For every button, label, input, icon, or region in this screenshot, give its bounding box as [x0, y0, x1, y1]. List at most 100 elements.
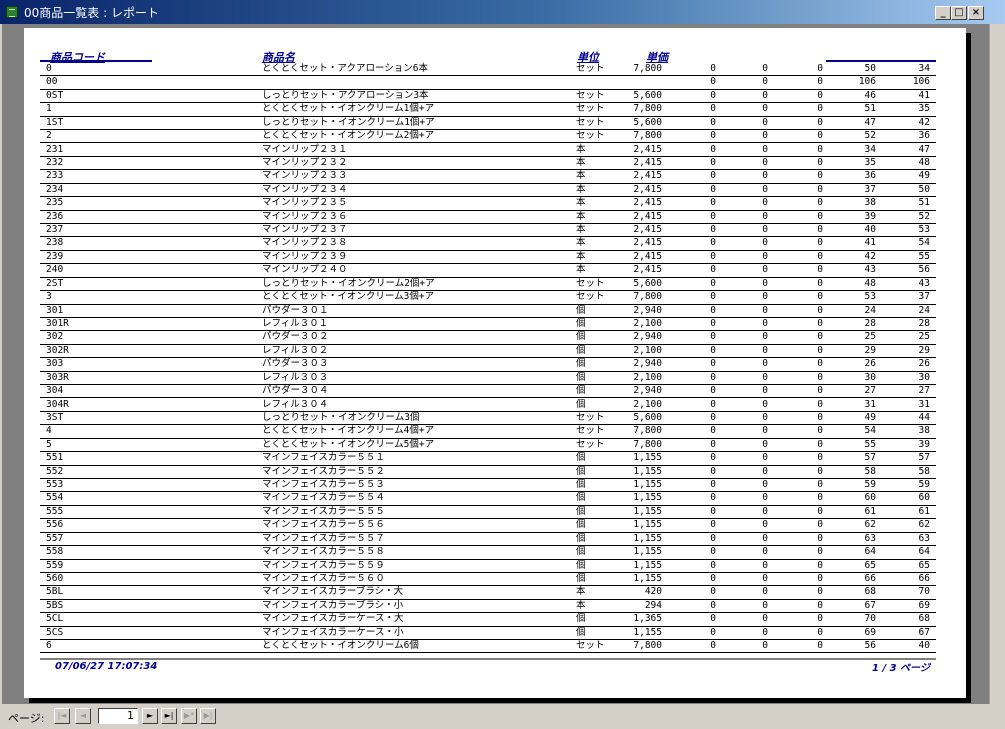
cell-qty-3: 0 [817, 586, 823, 598]
cell-qty-2: 0 [762, 452, 768, 464]
cell-product-name: マインフェイスカラーブラシ・大 [262, 586, 404, 598]
cell-unit-price: 2,100 [633, 344, 662, 356]
table-row: 2 とくとくセット・イオンクリーム2個+ア セット 7,800 0 0 0 52 36 [40, 130, 936, 144]
cell-qty-3: 0 [817, 250, 823, 262]
cell-qty-2: 0 [762, 559, 768, 571]
cell-unit: 本 [576, 156, 586, 168]
close-button[interactable]: × [968, 6, 984, 20]
cell-qty-1: 0 [710, 425, 716, 437]
previous-page-button[interactable]: ◄ [75, 708, 91, 724]
end-button[interactable]: ▶| [200, 708, 216, 724]
cell-unit: 本 [576, 197, 586, 209]
cell-qty-1: 0 [710, 344, 716, 356]
cell-qty-2: 0 [762, 331, 768, 343]
cell-qty-5: 52 [918, 210, 930, 222]
cell-qty-1: 0 [710, 452, 716, 464]
cell-unit-price: 1,155 [633, 626, 662, 638]
cell-qty-1: 0 [710, 479, 716, 491]
cell-qty-4: 59 [864, 479, 876, 491]
cell-qty-4: 49 [864, 411, 876, 423]
cell-unit: 個 [576, 519, 586, 531]
last-page-button[interactable]: ►| [161, 708, 177, 724]
cell-qty-2: 0 [762, 264, 768, 276]
cell-unit: 本 [576, 586, 586, 598]
cell-product-code: 0ST [46, 89, 64, 101]
table-row: 5BL マインフェイスカラーブラシ・大 本 420 0 0 0 68 70 [40, 586, 936, 600]
cell-qty-3: 0 [817, 599, 823, 611]
table-row: 236 マインリップ２３６ 本 2,415 0 0 0 39 52 [40, 211, 936, 224]
cell-qty-1: 0 [710, 250, 716, 262]
cell-qty-1: 0 [710, 156, 716, 168]
cell-product-code: 240 [46, 264, 64, 276]
cell-qty-5: 60 [918, 492, 930, 504]
cell-product-code: 301 [46, 304, 64, 316]
first-page-button[interactable]: |◄ [54, 708, 70, 724]
cell-qty-4: 62 [864, 519, 876, 531]
vertical-scrollbar[interactable] [989, 24, 1005, 704]
cell-product-code: 554 [46, 492, 64, 504]
cell-unit-price: 2,100 [633, 398, 662, 410]
cell-qty-3: 0 [817, 277, 823, 289]
cell-unit: 個 [576, 559, 586, 571]
cell-qty-3: 0 [817, 559, 823, 571]
cell-product-name: マインフェイスカラー５５９ [262, 559, 385, 571]
cell-product-code: 5CS [46, 626, 64, 638]
cell-qty-2: 0 [762, 479, 768, 491]
cell-qty-5: 48 [918, 156, 930, 168]
cell-product-code: 3ST [46, 411, 64, 423]
cell-qty-3: 0 [817, 358, 823, 370]
cell-qty-1: 0 [710, 224, 716, 236]
cell-product-name: マインリップ２３１ [262, 143, 348, 155]
cell-unit: セット [576, 116, 605, 128]
cell-product-name: とくとくセット・イオンクリーム6個 [262, 640, 419, 652]
table-row: 1ST しっとりセット・イオンクリーム1個+ア セット 5,600 0 0 0 47 42 [40, 116, 936, 131]
cell-unit: 個 [576, 317, 586, 329]
cell-unit: 本 [576, 264, 586, 276]
cell-qty-4: 48 [864, 277, 876, 289]
cell-qty-5: 62 [918, 519, 930, 531]
cell-qty-3: 0 [817, 331, 823, 343]
cell-qty-4: 39 [864, 210, 876, 222]
cell-qty-5: 57 [918, 452, 930, 464]
table-row: 304R レフィル３０４ 個 2,100 0 0 0 31 31 [40, 399, 936, 412]
cell-qty-5: 37 [918, 291, 930, 303]
cell-unit-price: 2,940 [633, 358, 662, 370]
cell-qty-4: 69 [864, 626, 876, 638]
table-row: 234 マインリップ２３４ 本 2,415 0 0 0 37 50 [40, 184, 936, 198]
table-row: 557 マインフェイスカラー５５７ 個 1,155 0 0 0 63 63 [40, 533, 936, 547]
cell-unit-price: 1,155 [633, 465, 662, 477]
next-page-button[interactable]: ► [142, 708, 158, 724]
table-row: 553 マインフェイスカラー５５３ 個 1,155 0 0 0 59 59 [40, 479, 936, 493]
cell-unit: セット [576, 130, 605, 142]
table-row: 301R レフィル３０１ 個 2,100 0 0 0 28 28 [40, 317, 936, 332]
cell-qty-3: 0 [817, 626, 823, 638]
cell-qty-3: 0 [817, 103, 823, 115]
cell-qty-4: 31 [864, 398, 876, 410]
cell-qty-3: 0 [817, 479, 823, 491]
cell-unit-price: 7,800 [633, 63, 662, 74]
minimize-button[interactable]: _ [935, 6, 951, 20]
cell-product-name: レフィル３０３ [262, 371, 329, 383]
table-row: 5CS マインフェイスカラーケース・小 個 1,155 0 0 0 69 67 [40, 626, 936, 641]
cell-product-code: 559 [46, 559, 64, 571]
cell-unit-price: 5,600 [633, 411, 662, 423]
cell-qty-3: 0 [817, 425, 823, 437]
cell-qty-2: 0 [762, 116, 768, 128]
maximize-button[interactable]: □ [951, 6, 967, 20]
cell-unit-price: 1,155 [633, 452, 662, 464]
window-title: 00商品一覧表 : レポート [24, 6, 159, 20]
cell-qty-1: 0 [710, 277, 716, 289]
cell-product-code: 303R [46, 371, 69, 383]
cell-qty-5: 61 [918, 505, 930, 517]
title-bar[interactable]: 00商品一覧表 : レポート _ □ × [0, 0, 1005, 24]
cell-unit: セット [576, 411, 605, 423]
cell-product-code: 1ST [46, 116, 64, 128]
cell-product-code: 552 [46, 465, 64, 477]
header-underline [826, 60, 936, 62]
new-record-button[interactable]: ▶* [181, 708, 197, 724]
cell-product-name: マインフェイスカラー５５４ [262, 492, 385, 504]
cell-unit-price: 2,940 [633, 331, 662, 343]
cell-qty-4: 68 [864, 586, 876, 598]
cell-qty-3: 0 [817, 63, 823, 74]
page-number-input[interactable]: 1 [98, 708, 138, 724]
